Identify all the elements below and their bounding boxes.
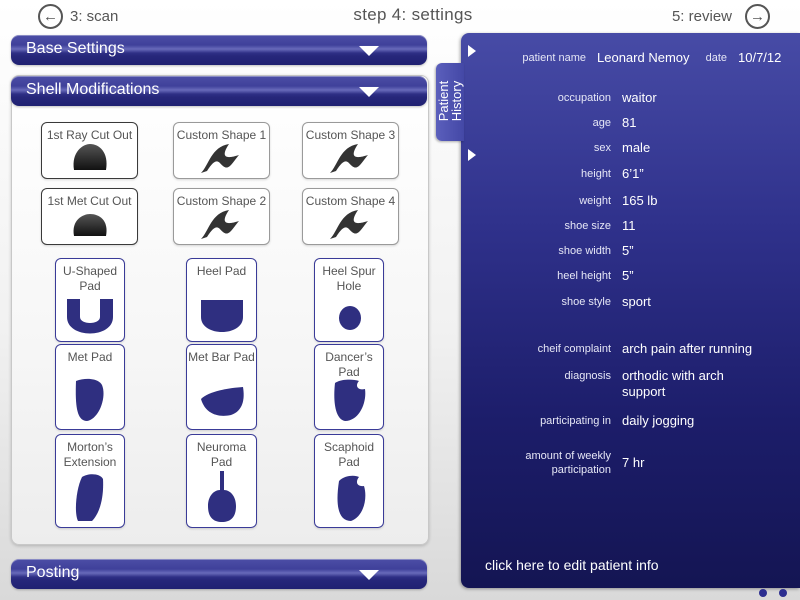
occupation-value: waitor — [622, 90, 657, 105]
shoe-size-label: shoe size — [564, 220, 611, 232]
next-to-review-button[interactable]: 5: review → — [672, 4, 770, 29]
wave-shape-icon — [201, 144, 239, 173]
extension-shape-icon — [75, 474, 104, 521]
shoe-width-value: 5” — [622, 243, 634, 258]
posting-title: Posting — [26, 564, 80, 581]
chevron-down-icon — [359, 46, 379, 56]
shell-item-label: U-Shaped Pad — [62, 264, 118, 293]
date-value: 10/7/12 — [738, 50, 782, 65]
shell-item-label: 1st Met Cut Out — [47, 194, 132, 208]
patient-history-tab[interactable]: Patient History — [436, 63, 464, 141]
diagnosis-value: orthodic with arch support — [622, 368, 724, 399]
scaphoid-shape-icon — [337, 475, 366, 521]
dome-shape-icon — [73, 144, 107, 170]
height-value: 6’1” — [622, 166, 644, 181]
edit-patient-info-link[interactable]: click here to edit patient info — [485, 557, 659, 573]
shoe-style-value: sport — [622, 294, 651, 309]
dome-shape-icon — [73, 214, 107, 236]
sex-value: male — [622, 140, 651, 155]
notched-pad-shape-icon — [334, 379, 366, 421]
shell-item-heel-spur-hole[interactable]: Heel Spur Hole — [314, 258, 384, 342]
chief-complaint-value: arch pain after running — [622, 341, 753, 356]
diagnosis-label: diagnosis — [564, 370, 611, 382]
shell-item-custom-shape-2[interactable]: Custom Shape 2 — [173, 188, 270, 245]
shell-item-custom-shape-4[interactable]: Custom Shape 4 — [302, 188, 399, 245]
age-value: 81 — [622, 115, 637, 130]
shell-modifications-title: Shell Modifications — [26, 81, 160, 98]
neuroma-shape-icon — [208, 471, 236, 522]
shell-item-label: Morton’s Extension — [63, 440, 117, 469]
shell-item-dancers-pad[interactable]: Dancer’s Pad — [314, 344, 384, 430]
shell-item-neuroma-pad[interactable]: Neuroma Pad — [186, 434, 257, 528]
shell-item-met-pad[interactable]: Met Pad — [55, 344, 125, 430]
shell-item-met-bar-pad[interactable]: Met Bar Pad — [186, 344, 257, 430]
shell-item-custom-shape-1[interactable]: Custom Shape 1 — [173, 122, 270, 179]
shell-item-label: 1st Ray Cut Out — [46, 128, 133, 142]
date-label: date — [705, 52, 727, 64]
shell-item-1st-met-cut-out[interactable]: 1st Met Cut Out — [41, 188, 138, 245]
teardrop-shape-icon — [75, 378, 104, 421]
posting-header[interactable]: Posting — [11, 559, 427, 589]
shell-item-label: Met Bar Pad — [188, 350, 255, 364]
shell-item-1st-ray-cut-out[interactable]: 1st Ray Cut Out — [41, 122, 138, 179]
circle-shape-icon — [339, 306, 361, 330]
patient-name-value: Leonard Nemoy — [597, 50, 690, 65]
caret-right-icon[interactable] — [468, 45, 476, 57]
shoe-style-label: shoe style — [561, 296, 611, 308]
chevron-down-icon — [359, 87, 379, 97]
heel-height-label: heel height — [557, 270, 611, 282]
heel-pad-shape-icon — [201, 300, 243, 332]
shell-item-scaphoid-pad[interactable]: Scaphoid Pad — [314, 434, 384, 528]
top-navigation: ← 3: scan step 4: settings 5: review → — [0, 0, 800, 34]
shell-item-label: Scaphoid Pad — [323, 440, 375, 469]
weekly-participation-label: amount of weekly participation — [525, 450, 611, 476]
base-settings-title: Base Settings — [26, 40, 125, 57]
shell-item-u-shaped-pad[interactable]: U-Shaped Pad — [55, 258, 125, 342]
shell-item-label: Dancer’s Pad — [325, 350, 373, 379]
shell-item-heel-pad[interactable]: Heel Pad — [186, 258, 257, 342]
shell-item-label: Heel Pad — [196, 264, 247, 278]
arrow-right-icon: → — [745, 4, 770, 29]
shell-item-custom-shape-3[interactable]: Custom Shape 3 — [302, 122, 399, 179]
shell-modifications-header[interactable]: Shell Modifications — [11, 76, 427, 106]
occupation-label: occupation — [557, 92, 611, 104]
heel-height-value: 5” — [622, 268, 634, 283]
age-label: age — [592, 117, 611, 129]
sex-label: sex — [593, 142, 611, 154]
shell-item-label: Heel Spur Hole — [322, 264, 376, 293]
page-indicator-dot — [779, 589, 787, 597]
wave-shape-icon — [330, 144, 368, 173]
shoe-width-label: shoe width — [558, 245, 611, 257]
participating-in-value: daily jogging — [622, 413, 695, 428]
height-label: height — [581, 168, 611, 180]
shell-item-label: Neuroma Pad — [196, 440, 247, 469]
shell-item-mortons-extension[interactable]: Morton’s Extension — [55, 434, 125, 528]
wave-shape-icon — [330, 210, 368, 239]
participating-in-label: participating in — [540, 415, 611, 427]
shell-item-label: Met Pad — [67, 350, 113, 364]
wave-shape-icon — [201, 210, 239, 239]
bar-shape-icon — [201, 387, 244, 416]
chief-complaint-label: cheif complaint — [537, 343, 611, 355]
base-settings-header[interactable]: Base Settings — [11, 35, 427, 65]
next-label: 5: review — [671, 8, 732, 25]
patient-history-tab-label: Patient History — [436, 80, 464, 122]
patient-name-label: patient name — [522, 52, 586, 64]
shoe-size-value: 11 — [622, 218, 636, 233]
weight-label: weight — [579, 195, 611, 207]
page-indicator-dot — [759, 589, 767, 597]
weight-value: 165 lb — [622, 193, 658, 208]
weekly-participation-value: 7 hr — [622, 455, 645, 470]
chevron-down-icon — [359, 570, 379, 580]
caret-right-icon[interactable] — [468, 149, 476, 161]
u-shape-icon — [67, 299, 113, 334]
